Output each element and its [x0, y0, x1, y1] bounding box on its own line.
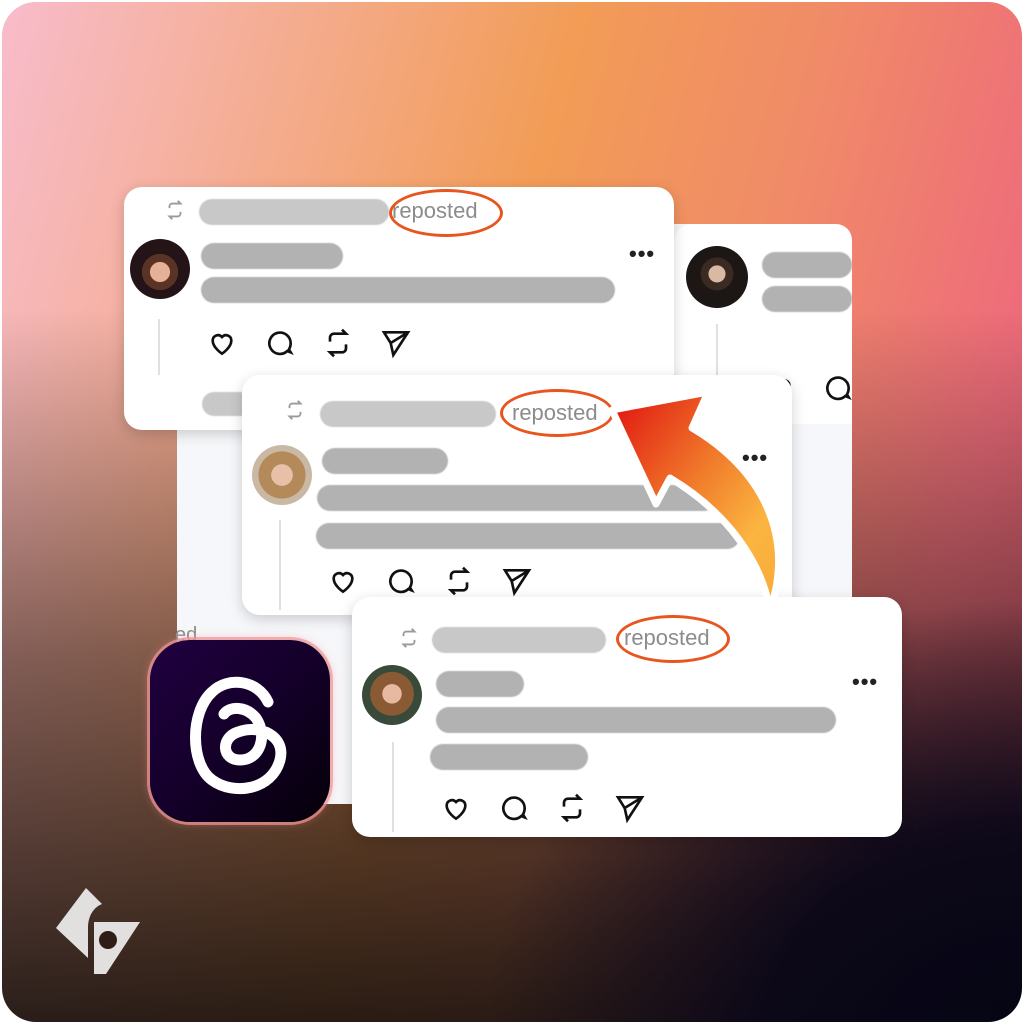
avatar[interactable] — [686, 246, 748, 308]
highlight-ellipse — [616, 615, 730, 663]
highlight-ellipse — [389, 189, 503, 237]
threads-logo-icon — [190, 676, 287, 795]
text-placeholder — [430, 744, 588, 770]
post-card-front[interactable]: reposted ••• — [352, 597, 902, 837]
comment-icon[interactable] — [385, 565, 417, 597]
share-icon[interactable] — [380, 327, 412, 359]
text-placeholder — [436, 707, 836, 733]
comment-icon[interactable] — [264, 327, 296, 359]
threads-app-icon[interactable] — [150, 640, 330, 822]
post-actions — [440, 792, 646, 824]
username-placeholder — [201, 243, 343, 269]
repost-indicator-icon — [167, 200, 183, 220]
username-placeholder — [436, 671, 524, 697]
thread-line — [279, 520, 281, 610]
repost-icon[interactable] — [443, 565, 475, 597]
text-placeholder — [201, 277, 615, 303]
brand-logo-icon — [56, 888, 140, 974]
highlight-ellipse — [500, 389, 614, 437]
text-placeholder — [762, 286, 852, 312]
username-placeholder — [762, 252, 852, 278]
share-icon[interactable] — [614, 792, 646, 824]
reposter-name-placeholder — [320, 401, 496, 427]
repost-indicator-icon — [287, 400, 303, 420]
more-options-icon[interactable]: ••• — [852, 669, 878, 695]
canvas: ed reposted ••• reposted ••• reposted ••… — [2, 2, 1022, 1022]
post-actions — [327, 565, 533, 597]
repost-icon[interactable] — [322, 327, 354, 359]
avatar[interactable] — [362, 665, 422, 725]
repost-icon[interactable] — [556, 792, 588, 824]
username-placeholder — [322, 448, 448, 474]
post-actions — [206, 327, 412, 359]
like-icon[interactable] — [440, 792, 472, 824]
like-icon[interactable] — [206, 327, 238, 359]
thread-line — [158, 319, 160, 375]
repost-indicator-icon — [401, 628, 417, 648]
curved-arrow-icon — [608, 388, 782, 614]
reposter-name-placeholder — [199, 199, 389, 225]
share-icon[interactable] — [501, 565, 533, 597]
more-options-icon[interactable]: ••• — [629, 241, 655, 267]
avatar[interactable] — [130, 239, 190, 299]
avatar[interactable] — [252, 445, 312, 505]
comment-icon[interactable] — [822, 372, 854, 404]
thread-line — [392, 742, 394, 832]
reposter-name-placeholder — [432, 627, 606, 653]
like-icon[interactable] — [327, 565, 359, 597]
comment-icon[interactable] — [498, 792, 530, 824]
